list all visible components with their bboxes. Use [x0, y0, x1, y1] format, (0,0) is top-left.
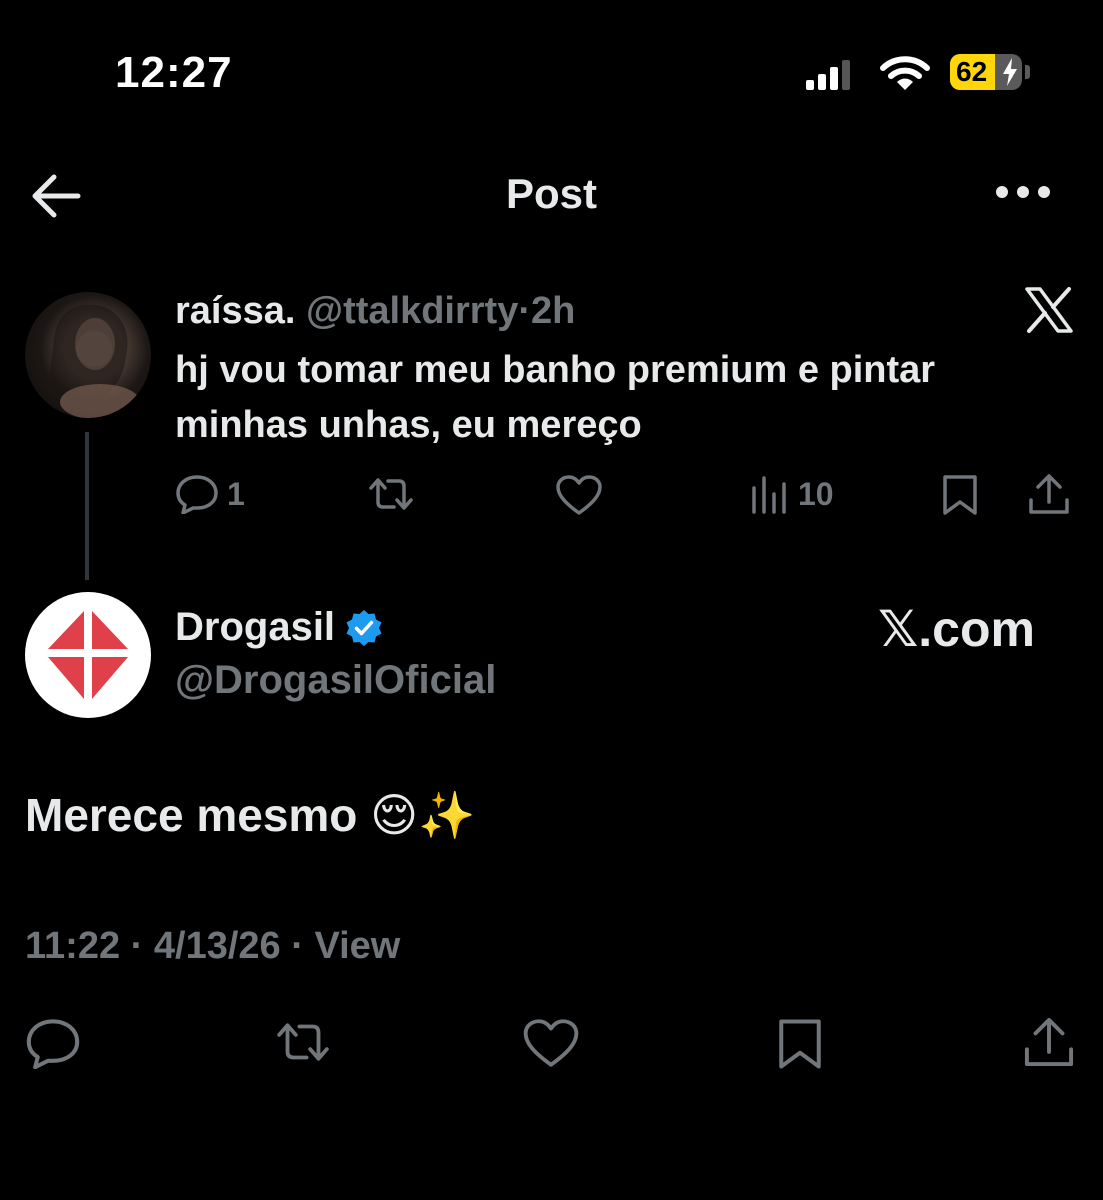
battery-nub [1025, 65, 1030, 79]
share-icon [1027, 472, 1071, 516]
bookmark-icon [775, 1017, 825, 1071]
signal-icon [806, 60, 854, 90]
battery-icon: 62 [950, 54, 1022, 90]
thread-connector-line [85, 432, 89, 580]
post-date: 4/13/26 [153, 925, 281, 967]
x-logo-icon [1025, 287, 1073, 333]
page-title: Post [505, 170, 597, 217]
views-button[interactable]: 10 [750, 474, 834, 514]
verified-badge-icon [345, 609, 383, 647]
parent-post-text: hj vou tomar meu banho premium e pintar … [175, 349, 936, 446]
author-handle[interactable]: @ttalkdirrty [306, 290, 518, 332]
main-post-text: Merece mesmo 😌✨ [25, 789, 476, 841]
views-count: 10 [798, 475, 834, 512]
separator-dot: · [518, 290, 531, 332]
like-button[interactable] [555, 474, 603, 516]
repost-icon [365, 474, 417, 514]
bookmark-button[interactable] [775, 1017, 825, 1071]
repost-button[interactable] [272, 1017, 334, 1067]
reply-icon [175, 474, 219, 514]
bookmark-button[interactable] [940, 474, 980, 516]
views-chart-icon [750, 474, 790, 514]
parent-post-header: raíssa. @ttalkdirrty·2h [175, 290, 575, 333]
avatar[interactable] [25, 292, 151, 418]
battery-percentage: 62 [956, 56, 988, 87]
author-name[interactable]: raíssa. [175, 290, 295, 332]
reply-count: 1 [227, 475, 245, 512]
share-icon [1022, 1014, 1076, 1070]
post-metadata: 11:22 · 4/13/26 · View [25, 925, 400, 968]
charging-bolt-icon [1002, 58, 1018, 86]
heart-icon [555, 474, 603, 516]
drogasil-logo-avatar[interactable] [25, 592, 151, 718]
reply-button[interactable] [25, 1017, 81, 1069]
main-post-author: Drogasil [175, 605, 383, 650]
x-com-watermark: 𝕏.com [878, 601, 1035, 657]
separator-dot: · [291, 925, 304, 967]
share-button[interactable] [1027, 472, 1071, 516]
separator-dot: · [130, 925, 144, 967]
author-handle[interactable]: @DrogasilOficial [175, 658, 496, 703]
bookmark-icon [940, 474, 980, 516]
like-button[interactable] [522, 1017, 580, 1069]
post-time: 11:22 [25, 925, 121, 967]
more-options-icon[interactable] [995, 185, 1051, 199]
reply-button[interactable]: 1 [175, 474, 245, 514]
wifi-icon [880, 56, 930, 92]
heart-icon [522, 1017, 580, 1069]
view-link[interactable]: View [314, 925, 400, 967]
status-time: 12:27 [115, 48, 233, 97]
repost-icon [272, 1017, 334, 1067]
share-button[interactable] [1022, 1014, 1076, 1070]
reply-icon [25, 1017, 81, 1069]
author-name[interactable]: Drogasil [175, 605, 335, 650]
post-time-ago: 2h [531, 290, 576, 332]
repost-button[interactable] [365, 474, 417, 514]
